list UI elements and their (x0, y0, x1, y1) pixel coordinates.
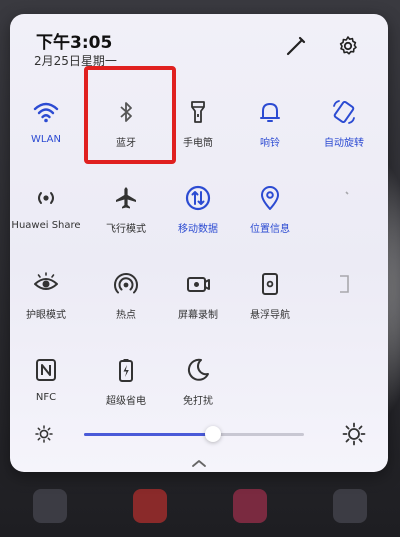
gear-icon[interactable] (336, 34, 360, 58)
brightness-slider[interactable] (34, 422, 366, 446)
tile-power-saving[interactable]: 超级省电 (90, 356, 162, 407)
mobile-data-icon (185, 185, 211, 211)
brightness-thumb[interactable] (204, 426, 221, 442)
more-icon (345, 191, 349, 195)
tile-misc[interactable] (308, 270, 380, 306)
eye-icon (34, 272, 58, 290)
hotspot-icon (114, 273, 138, 294)
tile-floating-nav[interactable]: 悬浮导航 (234, 270, 306, 321)
tile-label: WLAN (30, 134, 61, 145)
tile-more[interactable] (308, 184, 380, 220)
tile-screen-record[interactable]: 屏幕录制 (162, 270, 234, 321)
tile-location[interactable]: 位置信息 (234, 184, 306, 235)
location-icon (261, 186, 279, 210)
screenshot-icon (262, 273, 278, 295)
bell-icon (260, 103, 280, 122)
flashlight-icon (191, 101, 205, 123)
dock-app[interactable] (225, 489, 275, 527)
tile-mobile-data[interactable]: 移动数据 (162, 184, 234, 235)
brightness-track[interactable] (84, 426, 304, 442)
wifi-icon (33, 102, 59, 123)
bluetooth-highlight-box (84, 66, 176, 164)
edit-icon[interactable] (284, 34, 308, 58)
tile-hotspot[interactable]: 热点 (90, 270, 162, 321)
airplane-icon (116, 187, 136, 209)
tile-label: 免打扰 (183, 396, 213, 407)
nfc-icon (36, 359, 56, 381)
app-icon (233, 489, 267, 523)
record-icon (187, 277, 210, 292)
tile-dnd[interactable]: 免打扰 (162, 356, 234, 407)
brightness-fill (84, 433, 213, 436)
tile-label: 位置信息 (250, 224, 290, 235)
tile-eye-comfort[interactable]: 护眼模式 (10, 270, 82, 321)
tile-airplane[interactable]: 飞行模式 (90, 184, 162, 235)
brightness-high-icon (342, 422, 366, 446)
moon-icon (187, 358, 209, 381)
battery-icon (119, 359, 133, 382)
share-icon (38, 192, 54, 204)
app-icon (333, 489, 367, 523)
tile-wlan[interactable]: WLAN (10, 98, 82, 145)
home-dock (0, 467, 400, 537)
tile-label: 移动数据 (178, 224, 218, 235)
rotate-icon (333, 100, 355, 124)
brightness-low-icon (35, 425, 53, 443)
app-icon (133, 489, 167, 523)
tile-label: 悬浮导航 (250, 310, 290, 321)
tile-autorotate[interactable]: 自动旋转 (308, 98, 380, 149)
dock-app[interactable] (25, 489, 75, 527)
tile-label: NFC (35, 392, 57, 403)
tile-label: 自动旋转 (324, 138, 364, 149)
quick-settings-panel: 下午3:05 2月25日星期一 WLAN 蓝牙 手电筒 响铃 自动旋转 Huaw… (10, 14, 388, 472)
tile-huawei-share[interactable]: Huawei Share (10, 184, 82, 231)
misc-icon (340, 275, 349, 293)
app-icon (33, 489, 67, 523)
tile-label: 护眼模式 (26, 310, 66, 321)
tile-nfc[interactable]: NFC (10, 356, 82, 403)
tile-ringtone[interactable]: 响铃 (234, 98, 306, 149)
tile-label: Huawei Share (11, 220, 81, 231)
tile-label: 响铃 (260, 138, 280, 149)
tile-label: 超级省电 (106, 396, 146, 407)
chevron-up-icon[interactable] (191, 458, 207, 468)
dock-app[interactable] (325, 489, 375, 527)
dock-app[interactable] (125, 489, 175, 527)
status-time: 下午3:05 (36, 33, 113, 53)
tile-label: 热点 (116, 310, 136, 321)
tile-label: 飞行模式 (106, 224, 146, 235)
tile-label: 屏幕录制 (178, 310, 218, 321)
